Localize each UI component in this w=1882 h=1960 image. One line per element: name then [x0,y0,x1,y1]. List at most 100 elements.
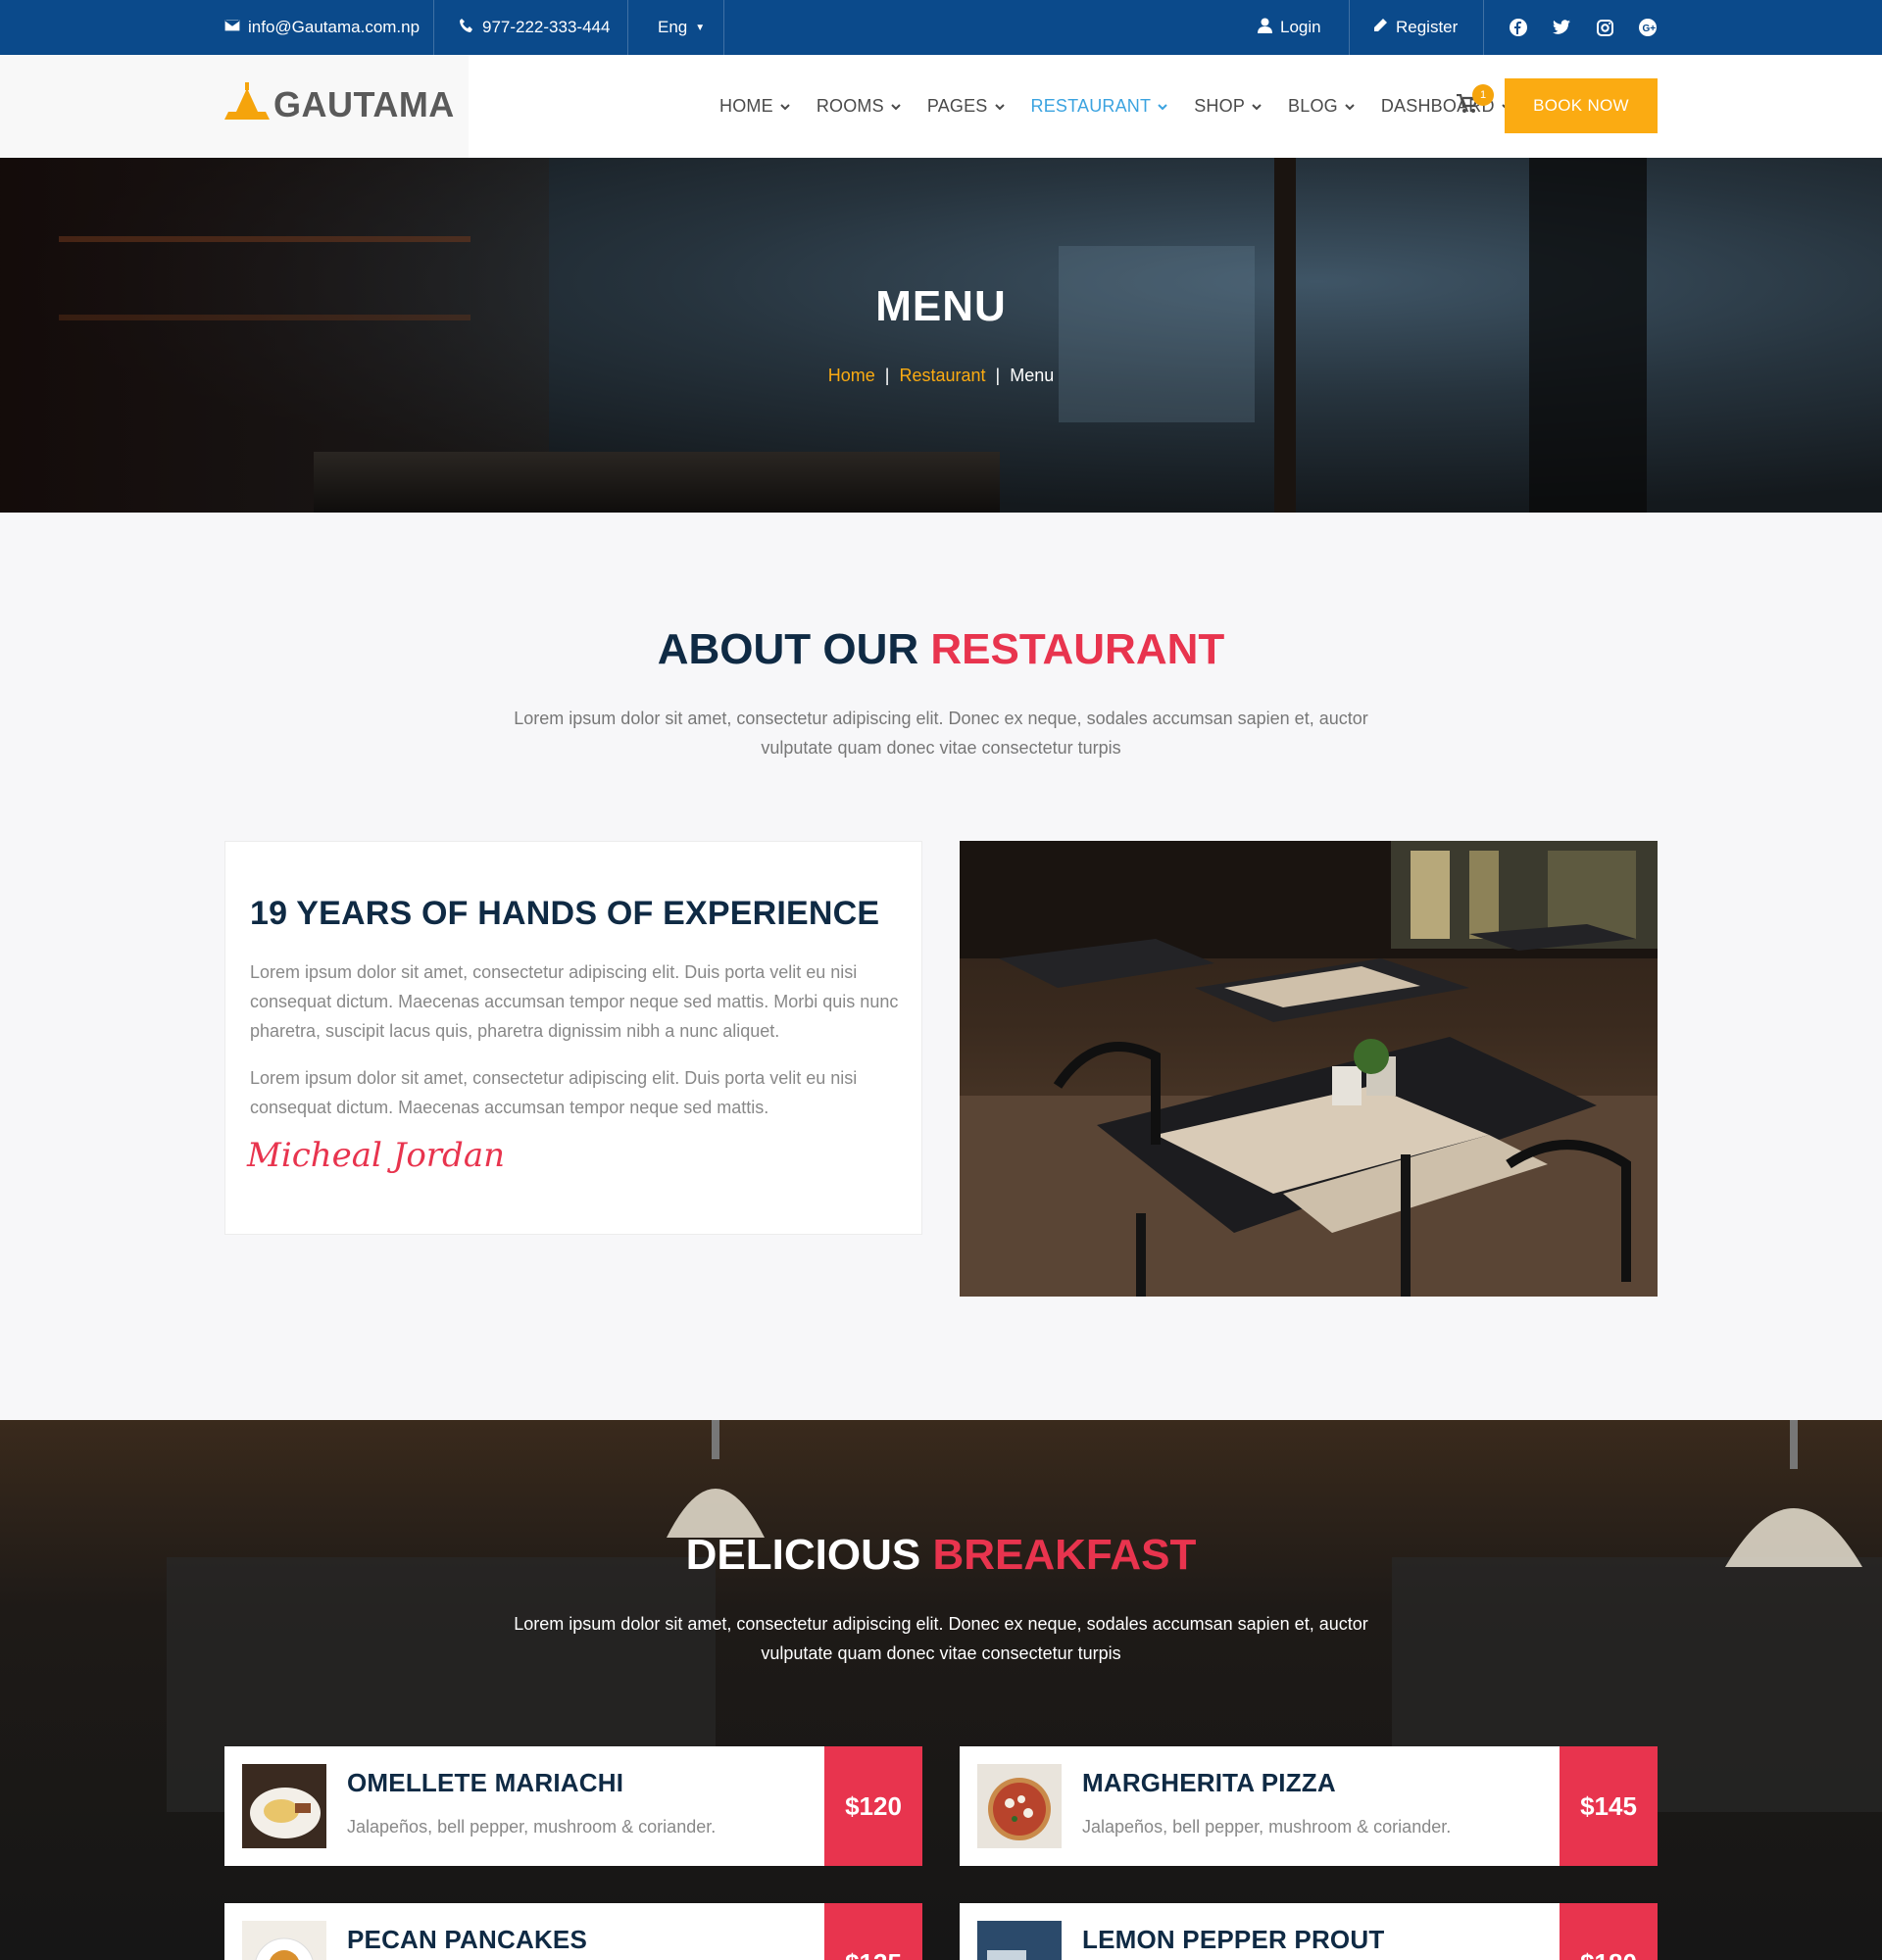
menu-item-description: Jalapeños, bell pepper, mushroom & coria… [1082,1817,1452,1837]
menu-item-shop[interactable]: SHOP [1194,96,1263,117]
food-thumbnail [242,1921,326,1960]
pizza-image [977,1764,1062,1848]
breakfast-heading-part: DELICIOUS [685,1531,933,1579]
facebook-icon[interactable] [1508,17,1529,38]
menu-item-card[interactable]: PECAN PANCAKES $135 [224,1903,922,1960]
chevron-down-icon [780,103,790,110]
instagram-icon[interactable] [1594,17,1615,38]
breakfast-heading-highlight: BREAKFAST [932,1531,1197,1579]
phone-icon [459,18,474,38]
google-plus-icon[interactable]: G+ [1637,17,1659,38]
experience-title: 19 YEARS OF HANDS OF EXPERIENCE [250,895,880,932]
experience-paragraph: Lorem ipsum dolor sit amet, consectetur … [250,1068,858,1117]
menu-item-price: $120 [824,1746,922,1866]
signature: Micheal Jordan [247,1136,505,1175]
menu-item-card[interactable]: OMELLETE MARIACHI Jalapeños, bell pepper… [224,1746,922,1866]
menu-item-restaurant[interactable]: RESTAURANT [1031,96,1169,117]
email-text: info@Gautama.com.np [248,18,421,36]
pancakes-image [242,1921,326,1960]
email-contact[interactable]: info@Gautama.com.np [223,0,421,55]
menu-item-card[interactable]: MARGHERITA PIZZA Jalapeños, bell pepper,… [960,1746,1658,1866]
book-now-button[interactable]: BOOK NOW [1505,78,1658,133]
restaurant-photo-illustration [960,841,1658,1297]
breadcrumb-restaurant[interactable]: Restaurant [899,366,985,385]
menu-item-label: RESTAURANT [1030,96,1152,116]
menu-item-label: HOME [719,96,773,116]
page-title: MENU [875,282,1007,330]
phone-text: 977-222-333-444 [482,18,611,36]
hero-bg-beam [1274,158,1296,513]
about-heading: ABOUT OUR RESTAURANT [0,625,1882,674]
pencil-icon [1372,18,1388,38]
menu-item-description: Jalapeños, bell pepper, mushroom & coria… [347,1817,717,1837]
page-hero [0,158,1882,513]
breakfast-subtitle: Lorem ipsum dolor sit amet, consectetur … [514,1614,1368,1663]
breadcrumb-current: Menu [1010,366,1055,385]
restaurant-photo [960,841,1658,1297]
login-link[interactable]: Login [1258,0,1321,55]
envelope-icon [223,18,241,37]
login-label: Login [1280,18,1321,36]
primary-menu: HOME ROOMS PAGES RESTAURANT SHOP BLOG DA… [719,55,1512,158]
language-select[interactable]: Eng ▼ [658,0,705,55]
menu-item-name: PECAN PANCAKES [347,1925,588,1954]
top-bar: info@Gautama.com.np 977-222-333-444 Eng … [0,0,1882,55]
topbar-divider [433,0,434,55]
breadcrumb-separator: | [995,366,1001,385]
breakfast-heading: DELICIOUS BREAKFAST [0,1531,1882,1580]
menu-item-card[interactable]: LEMON PEPPER PROUT $180 [960,1903,1658,1960]
menu-item-label: PAGES [926,96,988,116]
hero-bg-shelf [59,236,470,242]
chevron-down-icon [994,103,1005,110]
menu-item-name: OMELLETE MARIACHI [347,1768,624,1797]
topbar-divider [723,0,724,55]
trout-image [977,1921,1062,1960]
omelette-image [242,1764,326,1848]
logo-text: GAUTAMA [273,83,455,124]
topbar-divider [1349,0,1350,55]
hero-bg-window [1059,246,1255,422]
caret-down-icon: ▼ [695,22,706,33]
menu-item-name: MARGHERITA PIZZA [1082,1768,1336,1797]
about-heading-part: ABOUT OUR [657,625,931,673]
menu-item-pages[interactable]: PAGES [927,96,1006,117]
twitter-icon[interactable] [1551,17,1572,38]
menu-item-label: ROOMS [816,96,884,116]
chevron-down-icon [891,103,901,110]
site-logo[interactable]: GAUTAMA [224,82,455,126]
breadcrumb-home[interactable]: Home [828,366,875,385]
register-link[interactable]: Register [1372,0,1458,55]
chevron-down-icon [1345,103,1355,110]
menu-item-price: $180 [1560,1903,1658,1960]
menu-item-price: $135 [824,1903,922,1960]
temple-icon [224,82,270,126]
hero-bg-beam [1529,158,1647,513]
about-heading-highlight: RESTAURANT [930,625,1225,673]
menu-item-blog[interactable]: BLOG [1288,96,1356,117]
menu-item-label: BLOG [1288,96,1338,116]
menu-item-label: SHOP [1194,96,1246,116]
menu-item-home[interactable]: HOME [719,96,791,117]
cart-count-badge: 1 [1472,84,1494,106]
topbar-divider [1483,0,1484,55]
hero-bg-counter [314,452,1000,513]
food-thumbnail [977,1921,1062,1960]
register-label: Register [1396,18,1459,36]
food-thumbnail [977,1764,1062,1848]
experience-card: 19 YEARS OF HANDS OF EXPERIENCE Lorem ip… [224,841,922,1235]
phone-contact[interactable]: 977-222-333-444 [459,0,610,55]
social-links: G+ [1508,0,1659,55]
breadcrumb-separator: | [884,366,890,385]
language-value: Eng [658,18,688,36]
about-subtitle: Lorem ipsum dolor sit amet, consectetur … [514,709,1368,758]
main-navbar: GAUTAMA HOME ROOMS PAGES RESTAURANT SHOP… [0,55,1882,158]
menu-item-price: $145 [1560,1746,1658,1866]
svg-text:G+: G+ [1643,24,1657,34]
chevron-down-icon [1158,103,1167,110]
menu-item-rooms[interactable]: ROOMS [817,96,902,117]
user-icon [1258,18,1272,38]
topbar-divider [627,0,628,55]
breadcrumb: Home | Restaurant | Menu [0,366,1882,386]
chevron-down-icon [1252,103,1262,110]
menu-item-name: LEMON PEPPER PROUT [1082,1925,1385,1954]
